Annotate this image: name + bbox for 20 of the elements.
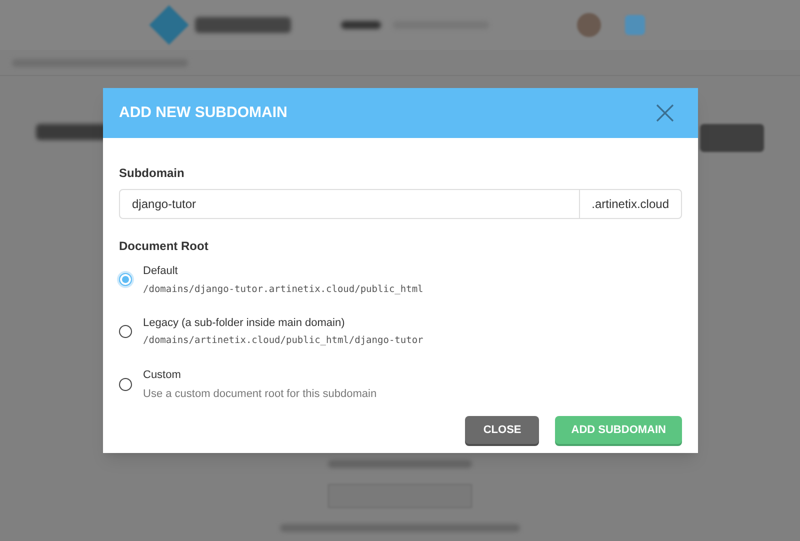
blurred-text — [341, 21, 381, 29]
radio-button[interactable] — [119, 273, 132, 286]
close-icon[interactable] — [656, 104, 674, 122]
path-text: /domains/django-tutor.artinetix.cloud/public_html — [143, 282, 424, 296]
domain-suffix: .artinetix.cloud — [578, 190, 681, 218]
option-label: Custom — [143, 368, 182, 382]
subdomain-field[interactable]: django-tutor .artinetix.cloud — [119, 189, 682, 219]
radio-button[interactable] — [119, 378, 132, 391]
option-description: Use a custom document root for this subdomain — [143, 387, 377, 402]
subdomain-input[interactable]: django-tutor — [120, 190, 579, 218]
dialog-title: ADD NEW SUBDOMAIN — [119, 102, 288, 123]
radio-button[interactable] — [119, 325, 132, 338]
option-label: Legacy (a sub-folder inside main domain) — [143, 316, 346, 331]
close-button[interactable]: CLOSE — [465, 416, 540, 444]
grid-icon — [625, 15, 645, 35]
avatar-icon — [577, 13, 601, 37]
path-text: /domains/artinetix.cloud/public_html/django-tutor — [143, 334, 424, 348]
option-label: Default — [143, 264, 179, 279]
field-label: Document Root — [119, 238, 210, 255]
field-label: Subdomain — [119, 165, 186, 182]
